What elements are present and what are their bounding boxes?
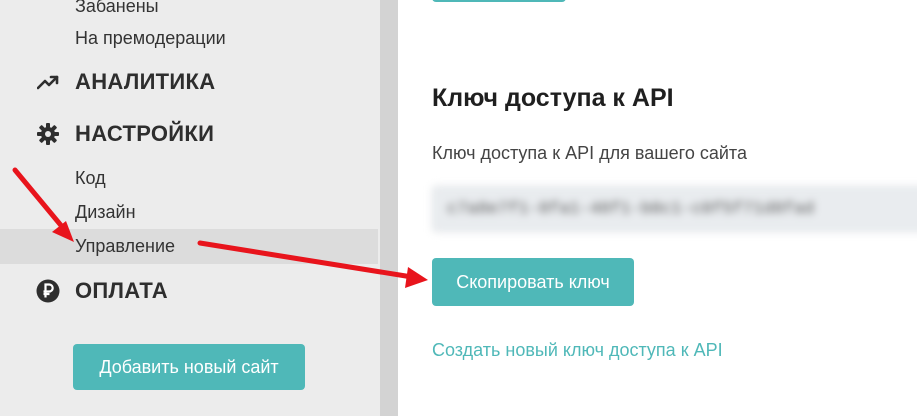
gear-icon [36,122,60,146]
api-key-description: Ключ доступа к API для вашего сайта [432,143,747,163]
create-new-key-link[interactable]: Создать новый ключ доступа к API [432,340,723,361]
sidebar-item-design[interactable]: Дизайн [75,201,136,223]
page-title: Ключ доступа к API [432,84,674,112]
sidebar-item-label: Управление [75,236,176,256]
copy-key-button[interactable]: Скопировать ключ [432,258,634,306]
add-site-button[interactable]: Добавить новый сайт [73,344,305,390]
sidebar-item-management[interactable]: Управление [0,229,378,264]
sidebar-section-settings[interactable]: НАСТРОЙКИ [36,119,214,149]
sidebar: Забанены На премодерации АНАЛИТИКА НАСТР… [0,0,380,416]
sidebar-section-label: НАСТРОЙКИ [75,121,215,146]
trending-up-icon [36,70,60,94]
top-button-partial[interactable] [432,0,566,2]
sidebar-item-code[interactable]: Код [75,167,106,189]
arrow-head-copy-button [405,267,428,288]
sidebar-item-banned[interactable]: Забанены [75,0,159,17]
sidebar-item-premoderation[interactable]: На премодерации [75,27,226,49]
sidebar-section-payment[interactable]: ОПЛАТА [36,276,168,306]
ruble-icon [36,279,60,303]
sidebar-section-label: ОПЛАТА [75,278,168,303]
sidebar-scrollbar[interactable] [380,0,398,416]
sidebar-section-analytics[interactable]: АНАЛИТИКА [36,67,215,97]
sidebar-section-label: АНАЛИТИКА [75,69,216,94]
api-key-field[interactable] [432,186,917,232]
